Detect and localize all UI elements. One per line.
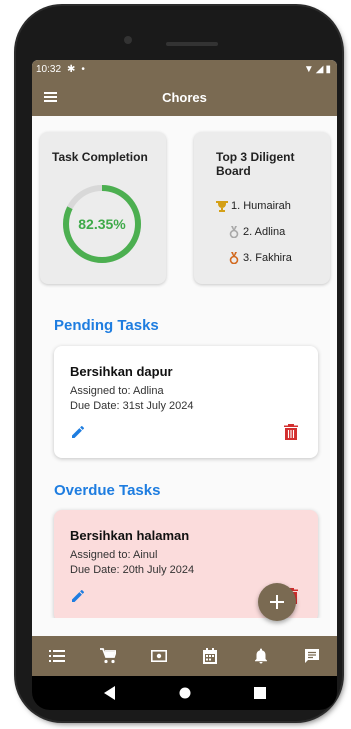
completion-title: Task Completion [52,150,148,164]
task-due-date: Due Date: 20th July 2024 [70,564,195,576]
home-icon [179,687,190,699]
nav-shopping[interactable] [96,644,120,668]
camera [124,36,132,44]
task-name: Bersihkan dapur [70,364,173,379]
nav-calendar[interactable] [198,644,222,668]
pending-task-card[interactable]: Bersihkan dapur Assigned to: Adlina Due … [54,346,318,458]
bronze-medal-icon [229,252,239,264]
recents-icon [253,687,266,699]
back-button[interactable] [100,683,120,703]
nav-tasks[interactable] [45,644,69,668]
leaderboard-entry: 2. Adlina [228,226,285,238]
task-assignee: Assigned to: Ainul [70,549,158,561]
app-title: Chores [162,89,207,105]
silver-medal-icon [229,226,239,238]
bottom-navigation [32,636,337,676]
main-content[interactable]: Task Completion 82.35% Top 3 Diligent Bo… [32,116,337,618]
delete-icon[interactable] [284,424,298,440]
nav-budget[interactable] [147,644,171,668]
plus-icon [270,595,284,609]
menu-icon[interactable] [36,78,64,116]
edit-icon[interactable] [70,424,86,440]
add-task-button[interactable] [258,583,296,621]
edit-icon[interactable] [70,588,86,604]
money-icon [151,650,168,662]
task-name: Bersihkan halaman [70,528,190,543]
leaderboard-entry-label: 2. Adlina [243,226,286,238]
task-completion-card: Task Completion 82.35% [40,132,166,284]
nav-notifications[interactable] [249,644,273,668]
leaderboard-entry: 3. Fakhira [228,252,292,264]
home-button[interactable] [175,683,195,703]
dot-icon: • [81,63,85,75]
pending-tasks-title: Pending Tasks [54,317,159,334]
list-icon [49,650,66,662]
bell-icon [254,648,267,664]
cart-icon [100,648,117,664]
leaderboard-entry: 1. Humairah [216,200,291,212]
leaderboard-entry-label: 1. Humairah [231,200,291,212]
task-assignee: Assigned to: Adlina [70,385,164,397]
status-time: 10:32 [36,63,62,75]
app-screen: 10:32 ✱ • ▼ ◢ ▮ Chores Task Completion 8… [32,60,337,680]
app-bar: Chores [32,78,337,116]
message-icon [304,649,319,663]
speaker [166,42,218,46]
settings-icon: ✱ [67,63,76,75]
signal-icon: ◢ [315,63,324,75]
nav-messages[interactable] [300,644,324,668]
leaderboard-card: Top 3 Diligent Board 1. Humairah 2. Adli… [194,132,330,284]
system-navigation [32,676,337,710]
back-icon [103,686,115,700]
leaderboard-entry-label: 3. Fakhira [243,252,292,264]
gold-trophy-icon [216,201,228,212]
recents-button[interactable] [250,683,270,703]
status-bar: 10:32 ✱ • ▼ ◢ ▮ [32,60,337,78]
leaderboard-title: Top 3 Diligent Board [216,150,295,178]
completion-percent: 82.35% [78,216,126,232]
battery-icon: ▮ [325,63,331,75]
wifi-icon: ▼ [303,63,314,75]
calendar-icon [202,648,217,664]
overdue-tasks-title: Overdue Tasks [54,482,161,499]
task-due-date: Due Date: 31st July 2024 [70,400,194,412]
